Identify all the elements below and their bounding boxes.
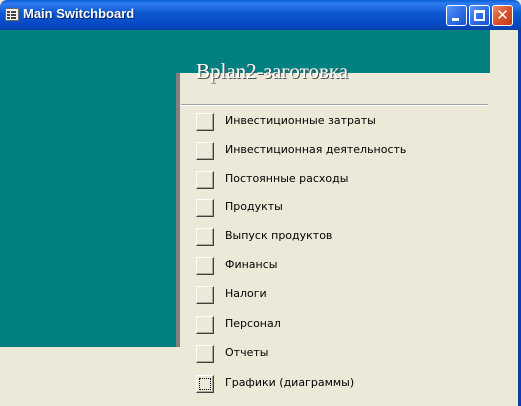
menu-item-product-output[interactable]: Выпуск продуктов [196,225,496,249]
menu-item-label[interactable]: Постоянные расходы [225,172,348,185]
menu-item-products[interactable]: Продукты [196,196,496,220]
menu-item-label[interactable]: Инвестиционная деятельность [225,143,406,156]
heading-divider [181,104,488,106]
menu-item-label[interactable]: Графики (диаграммы) [225,376,354,389]
title-bar[interactable]: Main Switchboard ✕ [0,0,521,30]
minimize-button[interactable] [446,5,467,26]
menu-button[interactable] [196,257,214,275]
menu-item-label[interactable]: Отчеты [225,346,268,359]
switchboard-heading: Bplan2-заготовка [196,59,349,83]
menu-item-label[interactable]: Выпуск продуктов [225,229,332,242]
menu-item-reports[interactable]: Отчеты [196,342,496,366]
switchboard-form: Bplan2-заготовка Инвестиционные затраты … [0,30,521,406]
menu-item-investment-costs[interactable]: Инвестиционные затраты [196,110,496,134]
form-icon[interactable] [5,8,19,21]
menu-item-label[interactable]: Налоги [225,287,267,300]
close-icon: ✕ [496,6,509,24]
minimize-icon [452,18,459,21]
menu-item-label[interactable]: Продукты [225,200,283,213]
menu-button[interactable] [196,113,214,131]
menu-item-label[interactable]: Финансы [225,258,277,271]
menu-button[interactable] [196,316,214,334]
panel-edge [176,73,180,347]
side-panel [0,73,180,347]
menu-button[interactable] [196,199,214,217]
menu-button[interactable] [196,142,214,160]
menu-item-personnel[interactable]: Персонал [196,313,496,337]
menu-button[interactable] [196,286,214,304]
menu-item-investment-activity[interactable]: Инвестиционная деятельность [196,139,496,163]
menu-item-label[interactable]: Персонал [225,317,281,330]
menu-button[interactable] [196,345,214,363]
menu-item-label[interactable]: Инвестиционные затраты [225,114,376,127]
menu-button[interactable] [196,171,214,189]
window-title: Main Switchboard [23,6,135,21]
close-button[interactable]: ✕ [492,5,513,26]
menu-item-fixed-costs[interactable]: Постоянные расходы [196,168,496,192]
maximize-icon [474,10,485,21]
menu-item-finance[interactable]: Финансы [196,254,496,278]
menu-item-taxes[interactable]: Налоги [196,283,496,307]
menu-button[interactable] [196,375,214,393]
menu-item-charts[interactable]: Графики (диаграммы) [196,372,496,396]
menu-button[interactable] [196,228,214,246]
maximize-button[interactable] [469,5,490,26]
